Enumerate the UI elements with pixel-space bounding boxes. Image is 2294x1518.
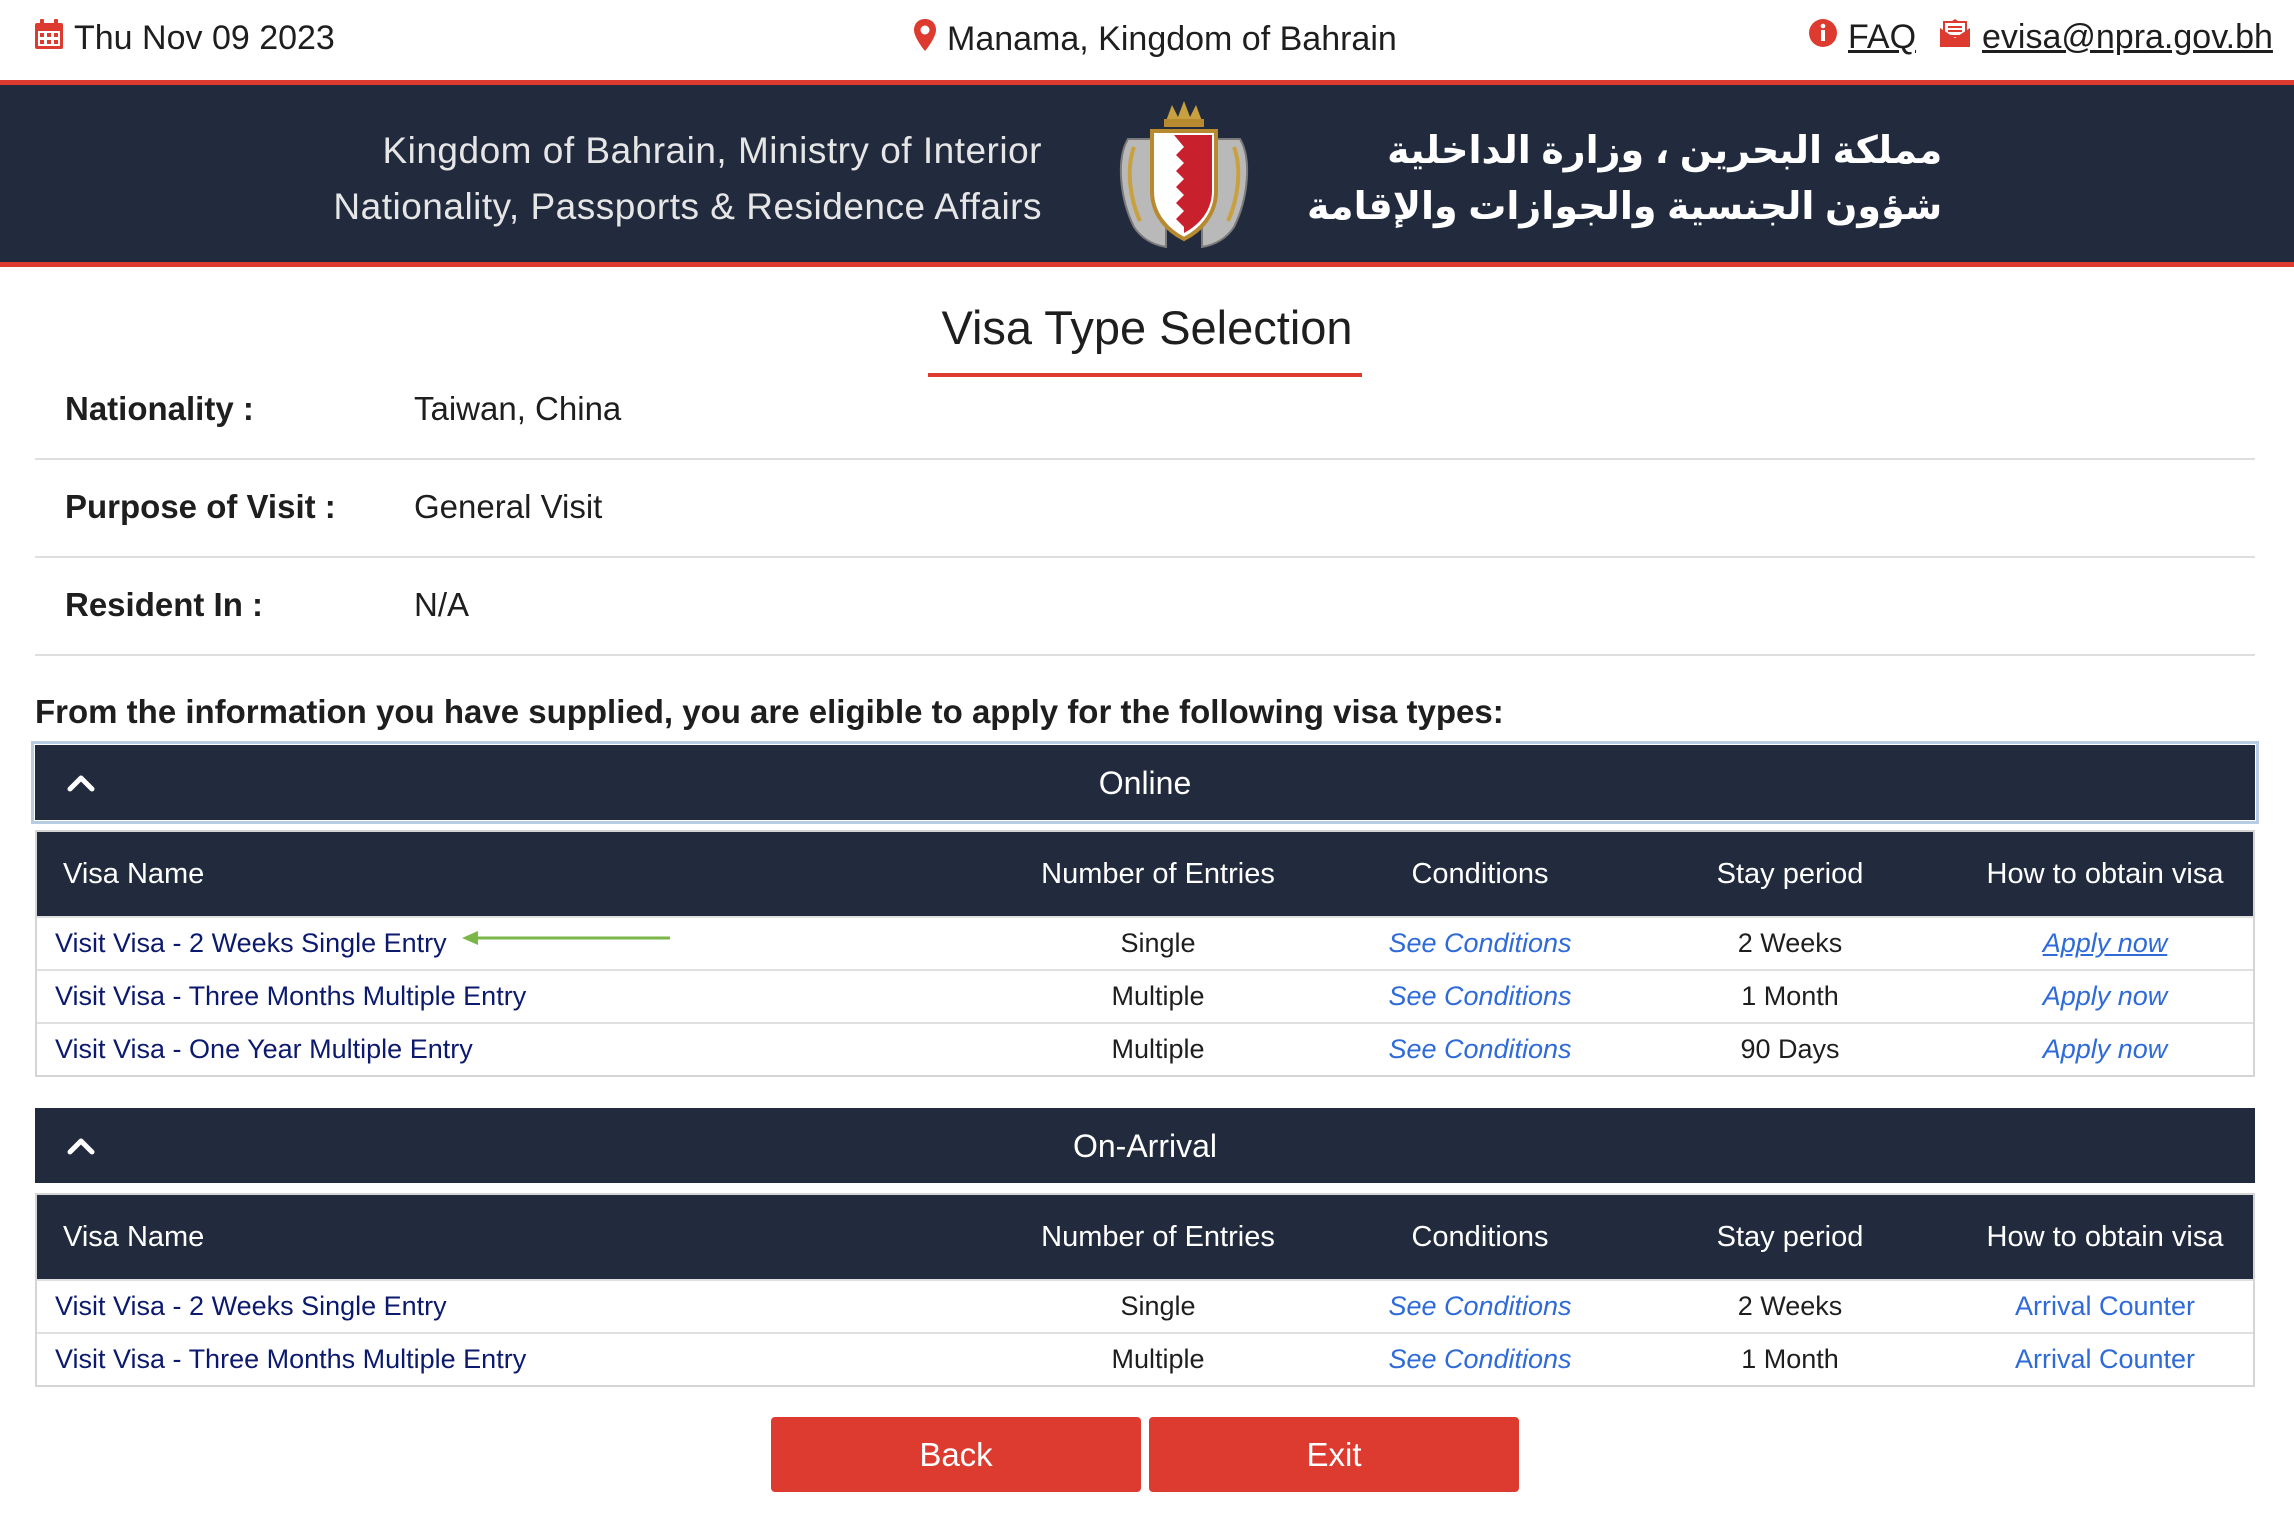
col-visa-name: Visa Name <box>63 1220 205 1253</box>
table-header: Visa Name Number of Entries Conditions S… <box>37 832 2253 916</box>
entries-value: Multiple <box>1111 1344 1205 1374</box>
apply-now-link[interactable]: Apply now <box>2043 928 2168 959</box>
visa-name: Visit Visa - 2 Weeks Single Entry <box>55 928 447 958</box>
see-conditions-link[interactable]: See Conditions <box>1388 1291 1571 1322</box>
annotation-arrow-icon <box>462 931 670 945</box>
arrival-section-title: On-Arrival <box>1072 1128 1217 1164</box>
eligibility-message: From the information you have supplied, … <box>35 693 1504 730</box>
top-bar: Thu Nov 09 2023 Manama, Kingdom of Bahra… <box>0 0 2294 80</box>
info-row-nationality: Nationality : Taiwan, China <box>35 362 2255 460</box>
purpose-label: Purpose of Visit : <box>65 488 336 525</box>
nationality-label: Nationality : <box>65 390 254 427</box>
col-entries: Number of Entries <box>1041 857 1275 890</box>
banner-en-line2: Nationality, Passports & Residence Affai… <box>333 186 1042 227</box>
online-section-title: Online <box>1098 765 1192 801</box>
purpose-value: General Visit <box>414 488 603 525</box>
banner-en-line1: Kingdom of Bahrain, Ministry of Interior <box>382 130 1042 171</box>
table-row: Visit Visa - Three Months Multiple Entry… <box>37 969 2253 1022</box>
col-stay-period: Stay period <box>1716 1220 1864 1253</box>
resident-value: N/A <box>414 586 470 623</box>
stay-value: 1 Month <box>1741 981 1839 1011</box>
entries-value: Multiple <box>1111 1034 1205 1064</box>
info-icon <box>1808 18 1838 57</box>
see-conditions-link[interactable]: See Conditions <box>1388 981 1571 1012</box>
apply-now-link[interactable]: Apply now <box>2043 981 2168 1012</box>
date-display: Thu Nov 09 2023 <box>34 18 335 59</box>
banner-arabic-text: مملكة البحرين ، وزارة الداخلية شؤون الجن… <box>1307 123 1942 235</box>
date-text: Thu Nov 09 2023 <box>74 19 335 57</box>
visa-name: Visit Visa - Three Months Multiple Entry <box>55 1344 527 1374</box>
arrival-visa-table: Visa Name Number of Entries Conditions S… <box>35 1193 2255 1387</box>
mail-icon <box>1938 18 1972 57</box>
table-row: Visit Visa - 2 Weeks Single Entry Single… <box>37 916 2253 969</box>
info-row-resident: Resident In : N/A <box>35 558 2255 656</box>
entries-value: Multiple <box>1111 981 1205 1011</box>
arrival-counter-link[interactable]: Arrival Counter <box>2015 1344 2195 1375</box>
apply-now-link[interactable]: Apply now <box>2043 1034 2168 1065</box>
visa-name: Visit Visa - Three Months Multiple Entry <box>55 981 527 1011</box>
email-link-group[interactable]: evisa@npra.gov.bh <box>1938 18 2273 57</box>
banner-ar-line2: شؤون الجنسية والجوازات والإقامة <box>1307 186 1943 228</box>
see-conditions-link[interactable]: See Conditions <box>1388 928 1571 959</box>
col-conditions: Conditions <box>1411 1220 1549 1253</box>
see-conditions-link[interactable]: See Conditions <box>1388 1034 1571 1065</box>
faq-link[interactable]: FAQ <box>1848 18 1916 57</box>
bahrain-emblem-logo <box>1114 99 1254 251</box>
col-conditions: Conditions <box>1411 857 1549 890</box>
email-link[interactable]: evisa@npra.gov.bh <box>1982 18 2273 57</box>
online-visa-table: Visa Name Number of Entries Conditions S… <box>35 830 2255 1077</box>
stay-value: 2 Weeks <box>1737 928 1843 958</box>
table-row: Visit Visa - 2 Weeks Single Entry Single… <box>37 1279 2253 1332</box>
arrival-section-header[interactable]: On-Arrival <box>35 1108 2255 1183</box>
table-row: Visit Visa - One Year Multiple Entry Mul… <box>37 1022 2253 1075</box>
online-section-header[interactable]: Online <box>31 741 2259 824</box>
stay-value: 90 Days <box>1740 1034 1840 1064</box>
calendar-icon <box>34 18 64 59</box>
table-row: Visit Visa - Three Months Multiple Entry… <box>37 1332 2253 1385</box>
table-header: Visa Name Number of Entries Conditions S… <box>37 1195 2253 1279</box>
visa-name: Visit Visa - 2 Weeks Single Entry <box>55 1291 447 1321</box>
info-row-purpose: Purpose of Visit : General Visit <box>35 460 2255 558</box>
map-pin-icon <box>913 18 937 61</box>
location-display: Manama, Kingdom of Bahrain <box>913 18 1397 61</box>
resident-label: Resident In : <box>65 586 264 623</box>
exit-button[interactable]: Exit <box>1149 1417 1519 1492</box>
header-banner: Kingdom of Bahrain, Ministry of Interior… <box>0 80 2294 267</box>
back-button[interactable]: Back <box>771 1417 1141 1492</box>
col-entries: Number of Entries <box>1041 1220 1275 1253</box>
col-visa-name: Visa Name <box>63 857 205 890</box>
location-text: Manama, Kingdom of Bahrain <box>947 20 1397 58</box>
arrival-counter-link[interactable]: Arrival Counter <box>2015 1291 2195 1322</box>
entries-value: Single <box>1120 1291 1196 1321</box>
see-conditions-link[interactable]: See Conditions <box>1388 1344 1571 1375</box>
page-title: Visa Type Selection <box>941 301 1353 354</box>
banner-ar-line1: مملكة البحرين ، وزارة الداخلية <box>1387 130 1943 172</box>
col-how-to-obtain: How to obtain visa <box>1986 1220 2224 1253</box>
entries-value: Single <box>1120 928 1196 958</box>
col-stay-period: Stay period <box>1716 857 1864 890</box>
stay-value: 2 Weeks <box>1737 1291 1843 1321</box>
visa-name: Visit Visa - One Year Multiple Entry <box>55 1034 473 1064</box>
stay-value: 1 Month <box>1741 1344 1839 1374</box>
col-how-to-obtain: How to obtain visa <box>1986 857 2224 890</box>
banner-english-text: Kingdom of Bahrain, Ministry of Interior… <box>333 123 1042 235</box>
nationality-value: Taiwan, China <box>414 390 622 427</box>
faq-link-group[interactable]: FAQ <box>1808 18 1916 57</box>
